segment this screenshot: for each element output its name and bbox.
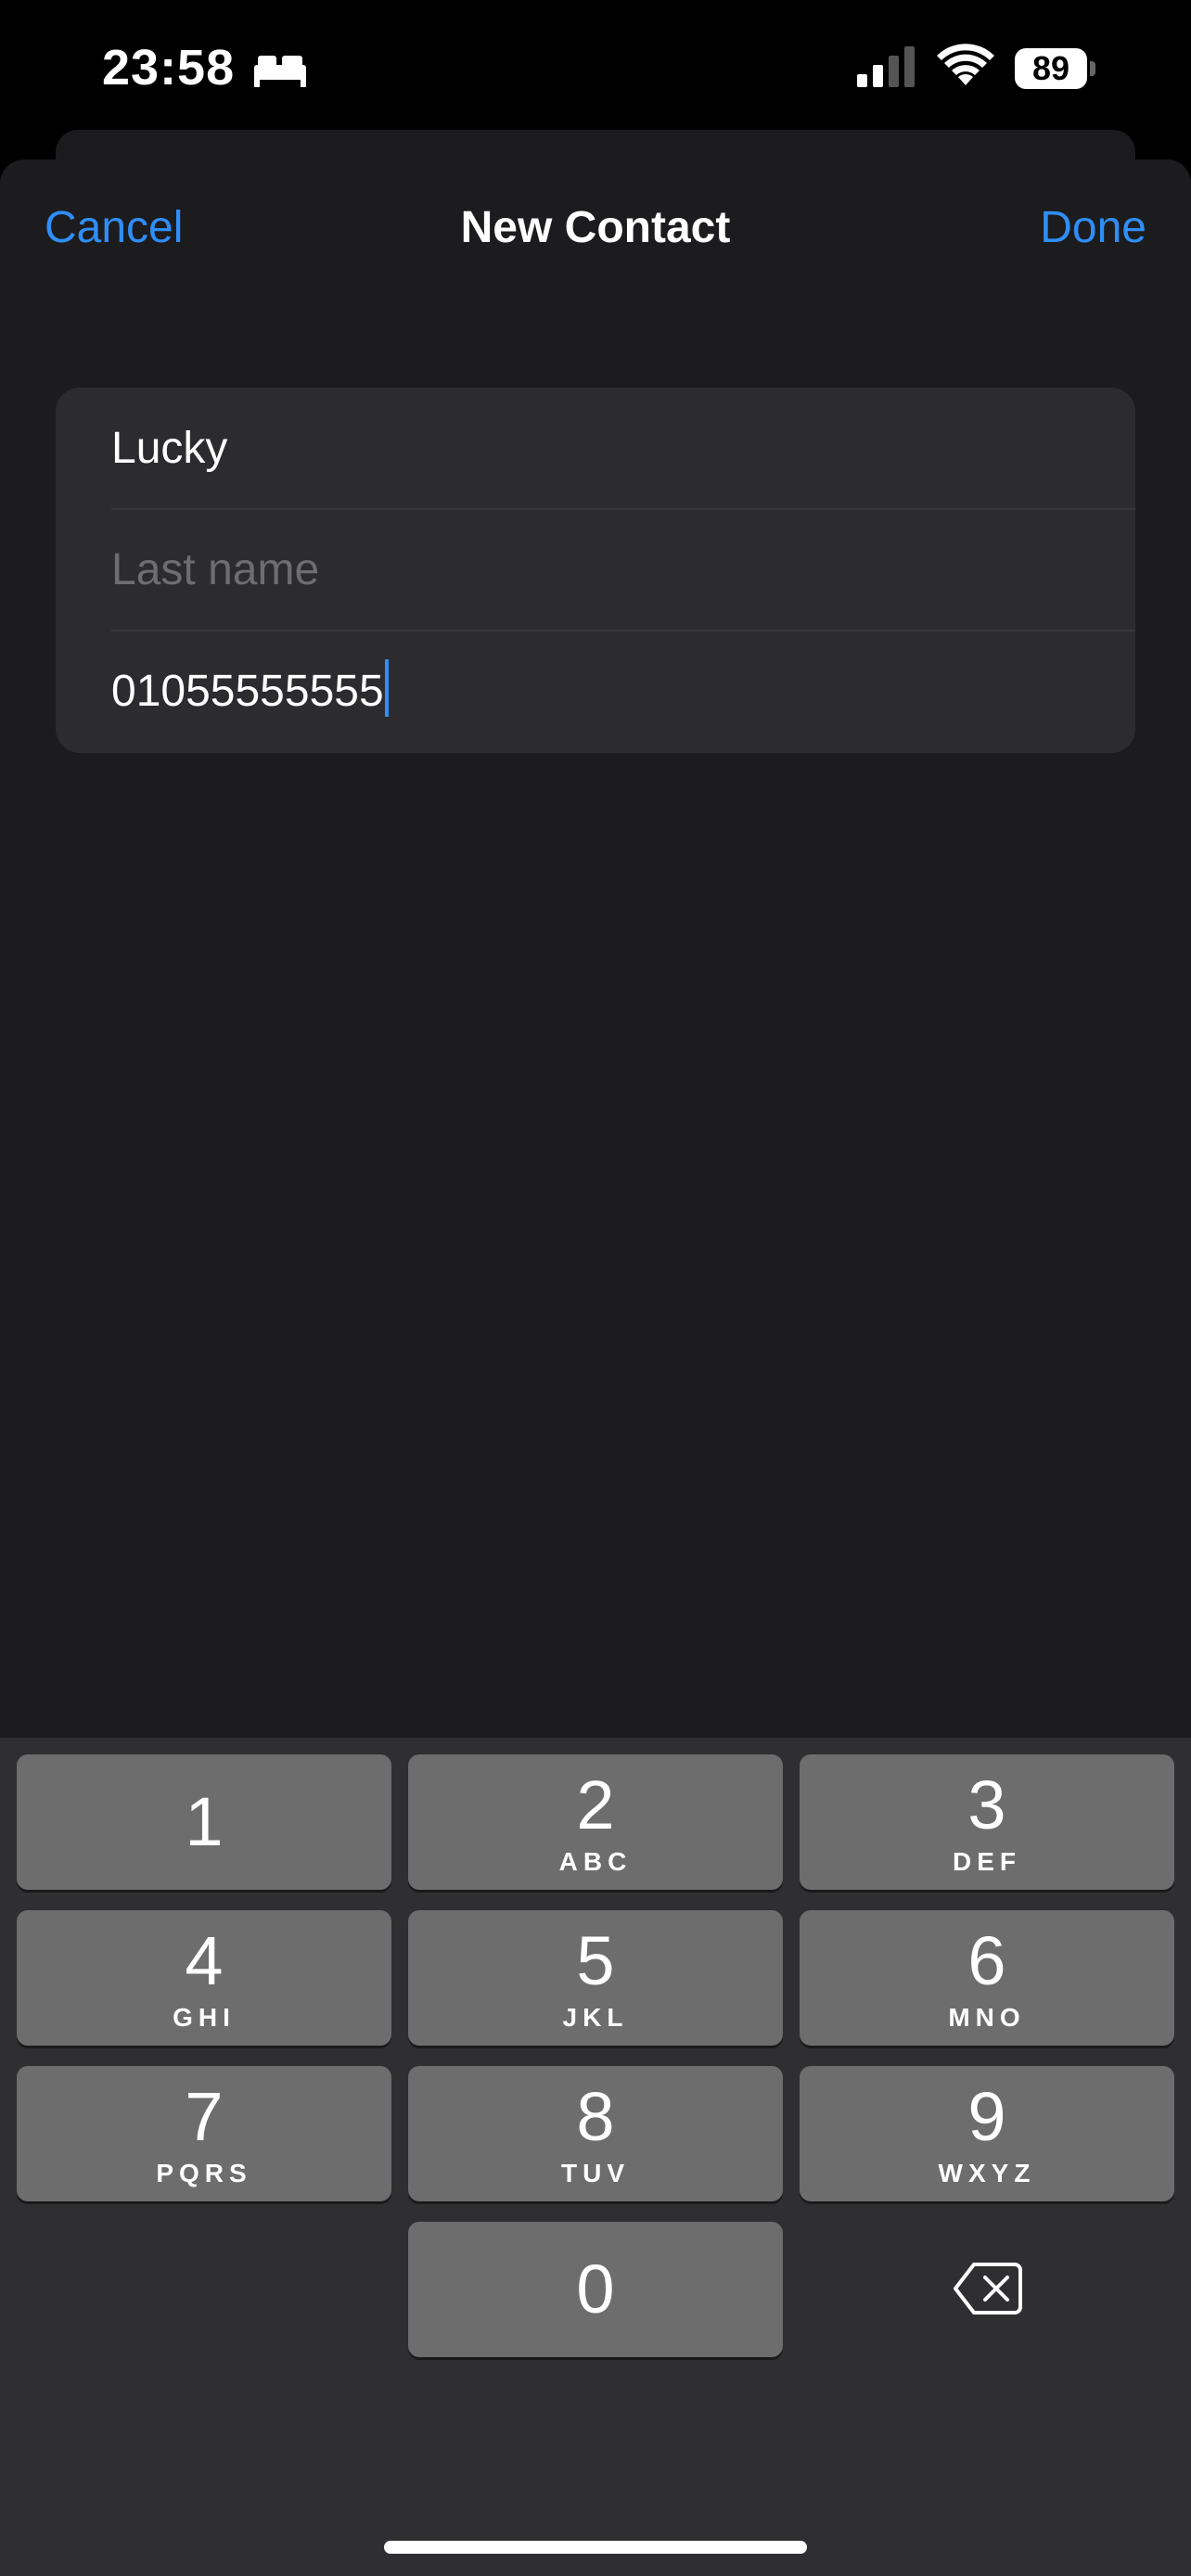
key-8[interactable]: 8 TUV	[408, 2066, 783, 2201]
text-cursor	[384, 659, 389, 717]
key-1[interactable]: 1	[17, 1754, 391, 1890]
status-time: 23:58	[102, 40, 236, 96]
done-button[interactable]: Done	[1040, 202, 1146, 253]
delete-icon	[954, 2263, 1022, 2315]
contact-form: Lucky Last name 01055555555	[56, 388, 1135, 753]
delete-key[interactable]	[800, 2222, 1174, 2357]
battery-icon: 89	[1015, 48, 1096, 89]
numeric-keypad: 1 2 ABC 3 DEF 4 GHI 5 JKL 6 MNO 7 PQRS 8 TUV 9W…	[0, 1738, 1191, 2576]
status-bar: 23:58 89	[0, 0, 1191, 139]
page-title: New Contact	[460, 203, 731, 252]
key-4[interactable]: 4 GHI	[17, 1910, 391, 2046]
bed-icon	[254, 56, 306, 87]
home-indicator[interactable]	[384, 2541, 807, 2554]
wifi-icon	[937, 44, 994, 85]
signal-icon	[857, 46, 915, 87]
navigation-bar: Cancel New Contact Done	[0, 159, 1191, 308]
battery-level: 89	[1015, 48, 1087, 89]
key-0[interactable]: 0	[408, 2222, 783, 2357]
key-9[interactable]: 9 WXYZ	[800, 2066, 1174, 2201]
phone-value: 01055555555	[111, 667, 384, 716]
key-3[interactable]: 3 DEF	[800, 1754, 1174, 1890]
phone-field[interactable]: 01055555555	[111, 631, 1135, 752]
key-7[interactable]: 7 PQRS	[17, 2066, 391, 2201]
key-5[interactable]: 5 JKL	[408, 1910, 783, 2046]
key-6[interactable]: 6 MNO	[800, 1910, 1174, 2046]
key-2[interactable]: 2 ABC	[408, 1754, 783, 1890]
first-name-field[interactable]: Lucky	[111, 388, 1135, 509]
last-name-field[interactable]: Last name	[111, 509, 1135, 631]
